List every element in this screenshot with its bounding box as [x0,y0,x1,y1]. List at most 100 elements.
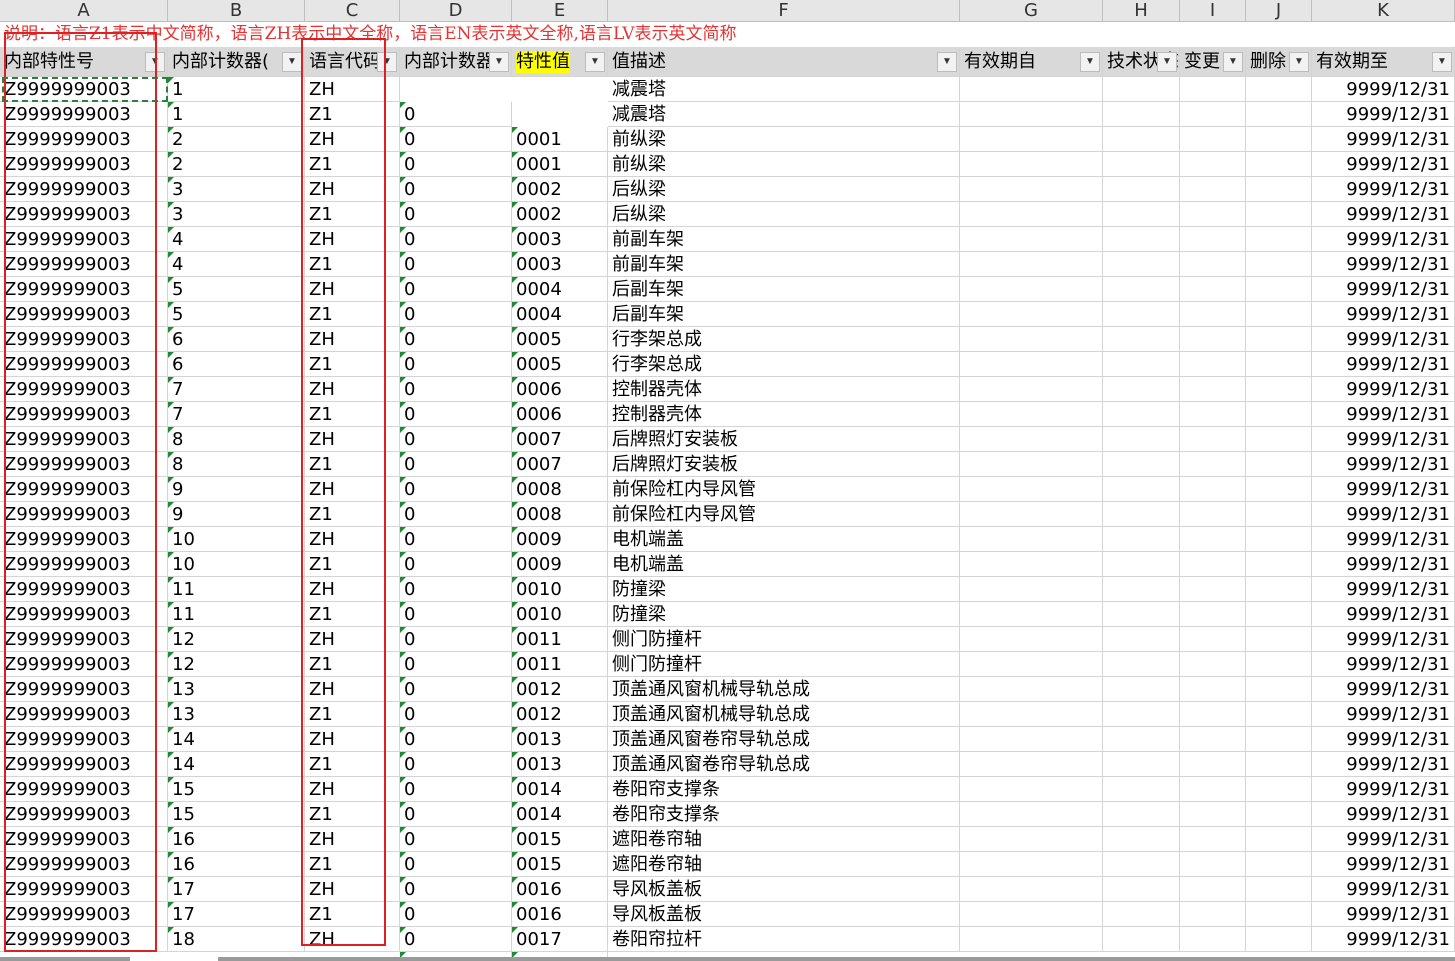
cell-k[interactable]: 9999/12/31 [1312,377,1455,402]
cell-j[interactable] [1246,102,1312,127]
cell-i[interactable] [1180,627,1246,652]
cell-j[interactable] [1246,827,1312,852]
cell-h[interactable] [1103,427,1180,452]
cell-g[interactable] [960,852,1103,877]
cell-i[interactable] [1180,227,1246,252]
cell-i[interactable] [1180,752,1246,777]
cell-b[interactable]: 6 [168,352,305,377]
cell-c[interactable]: ZH [305,477,400,502]
cell-j[interactable] [1246,552,1312,577]
table-row[interactable]: Z9999999003 9 ZH 0 0009 前保险杠内导风管 9999/12/31 [0,477,1455,552]
cell-i[interactable] [1180,152,1246,177]
header-f[interactable]: 值描述 ▼ [608,47,960,77]
cell-c[interactable]: Z1 [305,202,400,227]
cell-k[interactable]: 9999/12/31 [1312,802,1455,827]
cell-b[interactable]: 3 [168,177,305,202]
cell-a[interactable]: Z9999999003 [0,827,168,852]
cell-i[interactable] [1180,502,1246,527]
cell-i[interactable] [1180,877,1246,902]
cell-j[interactable] [1246,902,1312,927]
cell-a[interactable]: Z9999999003 [0,927,168,952]
cell-i[interactable] [1180,552,1246,577]
table-row[interactable]: Z9999999003 6 ZH 0 0006 行李架总成 9999/12/31 [0,327,1455,402]
cell-g[interactable] [960,827,1103,852]
cell-h[interactable] [1103,627,1180,652]
cell-b[interactable]: 18 [168,927,305,952]
cell-a[interactable]: Z9999999003 [0,102,168,127]
cell-k[interactable]: 9999/12/31 [1312,577,1455,602]
cell-h[interactable] [1103,177,1180,202]
header-e[interactable]: 特性值 ▼ [512,47,608,77]
cell-h[interactable] [1103,602,1180,627]
cell-b[interactable]: 2 [168,127,305,152]
cell-f[interactable]: 行李架总成 [608,352,960,377]
cell-j[interactable] [1246,352,1312,377]
cell-a[interactable]: Z9999999003 [0,502,168,527]
cell-h[interactable] [1103,902,1180,927]
cell-j[interactable] [1246,777,1312,802]
cell-a[interactable]: Z9999999003 [0,902,168,927]
column-header-a[interactable]: A [0,0,168,22]
cell-c[interactable]: Z1 [305,652,400,677]
cell-f[interactable]: 顶盖通风窗卷帘导轨总成 [608,752,960,777]
cell-k[interactable]: 9999/12/31 [1312,177,1455,202]
cell-a[interactable]: Z9999999003 [0,277,168,302]
header-j[interactable]: 删除 ▼ [1246,47,1312,77]
cell-h[interactable] [1103,377,1180,402]
cell-j[interactable] [1246,127,1312,152]
cell-h[interactable] [1103,727,1180,752]
cell-h[interactable] [1103,752,1180,777]
cell-g[interactable] [960,902,1103,927]
cell-b[interactable]: 3 [168,202,305,227]
cell-a[interactable]: Z9999999003 [0,477,168,502]
cell-b[interactable]: 1 [168,77,305,102]
cell-a[interactable]: Z9999999003 [0,702,168,727]
column-header-f[interactable]: F [608,0,960,22]
cell-a[interactable]: Z9999999003 [0,752,168,777]
cell-c[interactable]: ZH [305,327,400,352]
cell-g[interactable] [960,577,1103,602]
cell-f[interactable]: 行李架总成 [608,327,960,352]
cell-b[interactable]: 7 [168,377,305,402]
cell-b[interactable]: 14 [168,727,305,752]
cell-j[interactable] [1246,377,1312,402]
header-i[interactable]: 变更 ▼ [1180,47,1246,77]
filter-dropdown-icon[interactable]: ▼ [489,52,509,72]
cell-f[interactable]: 前保险杠内导风管 [608,502,960,527]
cell-i[interactable] [1180,202,1246,227]
cell-g[interactable] [960,652,1103,677]
column-header-d[interactable]: D [400,0,512,22]
cell-g[interactable] [960,727,1103,752]
cell-i[interactable] [1180,727,1246,752]
cell-h[interactable] [1103,277,1180,302]
cell-b[interactable]: 13 [168,677,305,702]
cell-j[interactable] [1246,202,1312,227]
cell-i[interactable] [1180,777,1246,802]
cell-g[interactable] [960,127,1103,152]
cell-j[interactable] [1246,702,1312,727]
cell-f[interactable]: 防撞梁 [608,602,960,627]
cell-c[interactable]: ZH [305,877,400,902]
cell-c[interactable]: Z1 [305,752,400,777]
cell-f[interactable]: 控制器壳体 [608,377,960,402]
table-row[interactable]: Z9999999003 7 Z1 0 0007 控制器壳体 9999/12/31 [0,402,1455,477]
cell-j[interactable] [1246,652,1312,677]
cell-g[interactable] [960,877,1103,902]
column-header-k[interactable]: K [1312,0,1455,22]
cell-c[interactable]: ZH [305,127,400,152]
cell-h[interactable] [1103,852,1180,877]
cell-c[interactable]: ZH [305,577,400,602]
cell-c[interactable]: Z1 [305,102,400,127]
cell-c[interactable]: Z1 [305,852,400,877]
cell-b[interactable]: 7 [168,402,305,427]
cell-k[interactable]: 9999/12/31 [1312,402,1455,427]
cell-f[interactable]: 减震塔 [608,77,960,102]
filter-dropdown-icon[interactable]: ▼ [585,52,605,72]
cell-j[interactable] [1246,427,1312,452]
cell-a[interactable]: Z9999999003 [0,877,168,902]
cell-k[interactable]: 9999/12/31 [1312,352,1455,377]
cell-g[interactable] [960,402,1103,427]
table-row[interactable]: Z9999999003 5 ZH 0 0005 后副车架 9999/12/31 [0,277,1455,352]
cell-f[interactable]: 前纵梁 [608,152,960,177]
cell-k[interactable]: 9999/12/31 [1312,127,1455,152]
